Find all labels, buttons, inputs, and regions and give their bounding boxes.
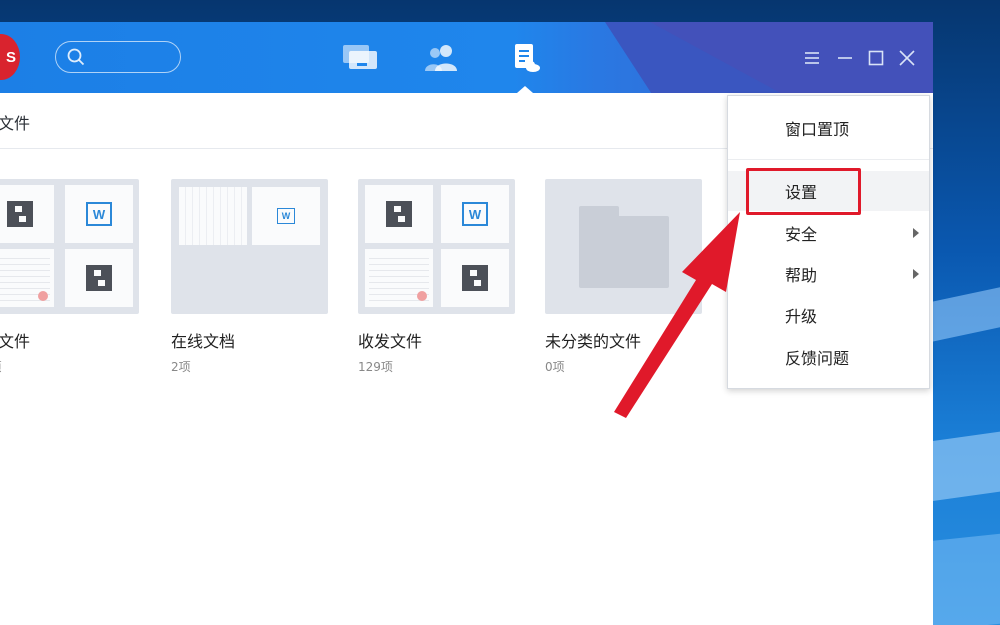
document-icon	[515, 44, 540, 72]
folder-count: 129项	[358, 360, 393, 374]
thumbnail-tile	[441, 249, 509, 307]
thumbnail-tile: W	[252, 187, 320, 245]
stamp-icon	[417, 291, 427, 301]
folder-count: 2项	[171, 360, 191, 374]
thumbnail-tile	[0, 249, 54, 307]
thumbnail-tile	[365, 185, 433, 243]
search-icon	[67, 48, 85, 66]
search-box[interactable]	[55, 41, 181, 73]
thumbnail-tile	[365, 249, 433, 307]
qrcode-icon	[86, 265, 112, 291]
main-menu-button[interactable]	[800, 46, 824, 70]
word-doc-icon: W	[86, 202, 112, 226]
minimize-button[interactable]	[833, 46, 857, 70]
chat-icon	[343, 45, 377, 69]
maximize-icon	[868, 50, 884, 66]
page-title: 文件	[0, 114, 31, 133]
folder-card[interactable]: W 部文件 1项	[0, 179, 139, 375]
menu-item-label: 帮助	[785, 266, 818, 285]
close-button[interactable]	[895, 46, 919, 70]
menu-item-label: 安全	[785, 225, 818, 244]
folder-card[interactable]: W 收发文件 129项	[358, 179, 515, 375]
thumbnail-tile: W	[65, 185, 133, 243]
nav-files[interactable]	[505, 41, 545, 75]
document-preview	[369, 253, 429, 303]
thumbnail-tile: W	[441, 185, 509, 243]
submenu-arrow-icon	[913, 228, 919, 238]
folder-count: 1项	[0, 358, 139, 375]
folder-thumbnail: W	[171, 179, 328, 314]
folder-thumbnail: W	[358, 179, 515, 314]
menu-item-label: 窗口置顶	[785, 120, 850, 139]
close-icon	[899, 50, 915, 66]
app-logo-text: S	[5, 48, 16, 66]
menu-item-pin-window[interactable]: 窗口置顶	[728, 108, 929, 148]
document-preview	[0, 253, 50, 303]
maximize-button[interactable]	[864, 46, 888, 70]
folder-thumbnail: W	[0, 179, 139, 314]
folder-name: 收发文件	[358, 332, 423, 351]
stamp-icon	[38, 291, 48, 301]
active-tab-caret	[517, 86, 533, 93]
qrcode-icon	[462, 265, 488, 291]
thumbnail-tile	[179, 187, 247, 245]
menu-separator	[728, 159, 929, 160]
menu-icon	[805, 52, 819, 64]
folder-name: 部文件	[0, 332, 31, 351]
word-doc-icon: W	[462, 202, 488, 226]
menu-item-label: 反馈问题	[785, 349, 850, 368]
qrcode-icon	[7, 201, 33, 227]
word-doc-icon: W	[277, 208, 295, 224]
nav-messages[interactable]	[340, 41, 380, 75]
submenu-arrow-icon	[913, 269, 919, 279]
nav-contacts[interactable]	[422, 41, 462, 75]
contacts-icon	[425, 45, 457, 71]
qrcode-icon	[386, 201, 412, 227]
folder-card[interactable]: W 在线文档 2项	[171, 179, 328, 375]
annotation-arrow-icon	[614, 212, 740, 418]
minimize-icon	[838, 57, 852, 59]
title-bar: S	[0, 22, 933, 93]
thumbnail-tile	[0, 185, 54, 243]
thumbnail-tile	[65, 249, 133, 307]
app-logo[interactable]: S	[0, 34, 20, 80]
folder-name: 在线文档	[171, 332, 236, 351]
menu-item-label: 升级	[785, 307, 818, 326]
